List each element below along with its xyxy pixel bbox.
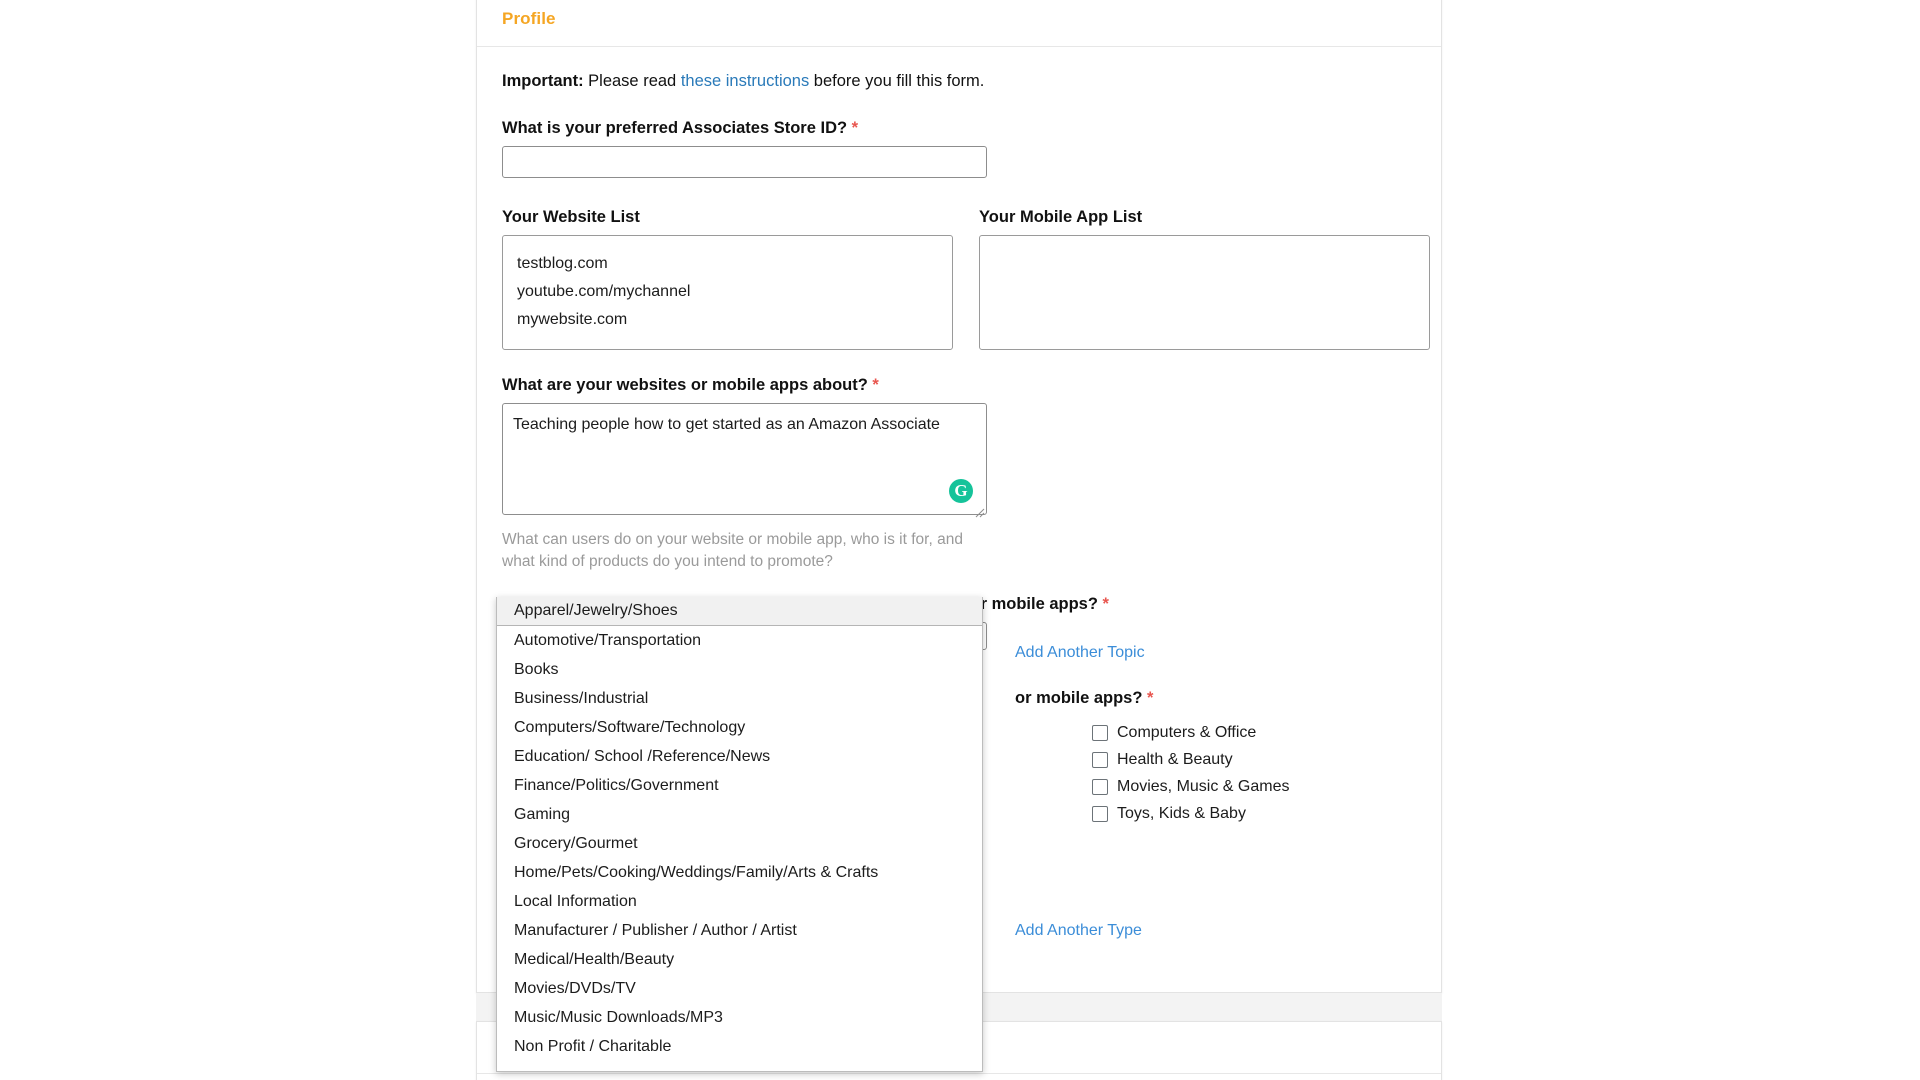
about-textarea-wrap: Teaching people how to get started as an… [502, 403, 987, 520]
profile-card-body: Important: Please read these instruction… [477, 47, 1441, 939]
website-list-label: Your Website List [502, 208, 640, 226]
dropdown-option[interactable]: Gaming [497, 800, 982, 829]
checkbox-toys-kids-baby[interactable]: Toys, Kids & Baby [1092, 800, 1289, 827]
checkbox-label: Toys, Kids & Baby [1117, 804, 1246, 822]
dropdown-option[interactable]: Non Profit / Charitable [497, 1032, 982, 1061]
dropdown-option[interactable]: Grocery/Gourmet [497, 829, 982, 858]
website-list-group: Your Website List testblog.com youtube.c… [502, 208, 953, 350]
dropdown-option[interactable]: Local Information [497, 887, 982, 916]
checkbox-movies-music-games[interactable]: Movies, Music & Games [1092, 773, 1289, 800]
important-text-after: before you fill this form. [809, 72, 985, 90]
checkbox-label: Computers & Office [1117, 723, 1257, 741]
about-helper-text: What can users do on your website or mob… [502, 529, 972, 573]
instructions-link[interactable]: these instructions [681, 72, 809, 90]
topics-required-mark: * [1102, 595, 1109, 613]
store-id-label-text: What is your preferred Associates Store … [502, 119, 848, 137]
list-item: testblog.com [517, 255, 608, 272]
about-helper-line-1: What can users do on your website or mob… [502, 531, 963, 548]
store-id-label: What is your preferred Associates Store … [502, 119, 1416, 138]
add-another-type-link[interactable]: Add Another Type [1015, 922, 1142, 940]
dropdown-option[interactable]: Apparel/Jewelry/Shoes [497, 597, 982, 626]
list-item: youtube.com/mychannel [517, 283, 691, 300]
dropdown-option[interactable]: Music/Music Downloads/MP3 [497, 1003, 982, 1032]
dropdown-option[interactable]: Business/Industrial [497, 684, 982, 713]
mobile-app-list-label: Your Mobile App List [979, 208, 1143, 226]
dropdown-option[interactable]: Finance/Politics/Government [497, 771, 982, 800]
types-required-mark: * [1147, 689, 1154, 707]
important-notice: Important: Please read these instruction… [502, 72, 1416, 91]
grammarly-icon[interactable]: G [949, 479, 973, 503]
mobile-app-list-group: Your Mobile App List [979, 208, 1430, 350]
about-label-text: What are your websites or mobile apps ab… [502, 376, 868, 394]
about-label: What are your websites or mobile apps ab… [502, 376, 1416, 395]
dropdown-option-clipped[interactable] [497, 1061, 982, 1069]
about-required-mark: * [872, 376, 879, 394]
dropdown-option[interactable]: Medical/Health/Beauty [497, 945, 982, 974]
about-helper-line-2: what kind of products do you intend to p… [502, 553, 833, 570]
store-id-input[interactable] [502, 146, 987, 178]
important-prefix: Important: [502, 72, 584, 90]
topic-dropdown-list[interactable]: Apparel/Jewelry/Shoes Automotive/Transpor… [496, 597, 983, 1072]
checkbox-box-icon[interactable] [1092, 778, 1108, 795]
dropdown-option[interactable]: Home/Pets/Cooking/Weddings/Family/Arts &… [497, 858, 982, 887]
checkbox-box-icon[interactable] [1092, 805, 1108, 822]
types-checkbox-column-right: Computers & Office Health & Beauty Movie… [1092, 719, 1289, 827]
dropdown-option[interactable]: Movies/DVDs/TV [497, 974, 982, 1003]
dropdown-option[interactable]: Automotive/Transportation [497, 626, 982, 655]
lists-row: Your Website List testblog.com youtube.c… [502, 208, 1430, 350]
page-title: Profile [502, 8, 556, 28]
about-group: What are your websites or mobile apps ab… [502, 376, 1416, 573]
important-text-before: Please read [583, 72, 681, 90]
dropdown-option[interactable]: Computers/Software/Technology [497, 713, 982, 742]
dropdown-option[interactable]: Manufacturer / Publisher / Author / Arti… [497, 916, 982, 945]
about-textarea[interactable]: Teaching people how to get started as an… [502, 403, 987, 515]
types-label: or mobile apps? * [1015, 689, 1153, 708]
dropdown-option[interactable]: Books [497, 655, 982, 684]
add-another-topic-link[interactable]: Add Another Topic [1015, 644, 1145, 662]
dropdown-option[interactable]: Education/ School /Reference/News [497, 742, 982, 771]
checkbox-box-icon[interactable] [1092, 751, 1108, 768]
checkbox-label: Movies, Music & Games [1117, 777, 1290, 795]
checkbox-label: Health & Beauty [1117, 750, 1233, 768]
types-label-text: or mobile apps? [1015, 689, 1143, 707]
checkbox-box-icon[interactable] [1092, 724, 1108, 741]
list-item: mywebsite.com [517, 311, 628, 328]
mobile-app-list-box[interactable] [979, 235, 1430, 350]
checkbox-health-beauty[interactable]: Health & Beauty [1092, 746, 1289, 773]
store-id-required-mark: * [851, 119, 859, 137]
profile-card-header: Profile [477, 0, 1441, 47]
checkbox-computers-office[interactable]: Computers & Office [1092, 719, 1289, 746]
website-list-box[interactable]: testblog.com youtube.com/mychannel myweb… [502, 235, 953, 350]
page-root: Profile Important: Please read these ins… [0, 0, 1920, 1080]
